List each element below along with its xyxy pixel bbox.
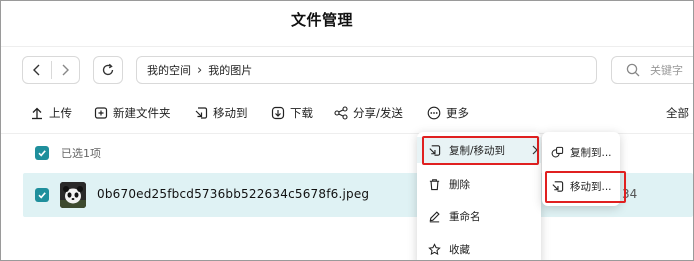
- new-folder-label: 新建文件夹: [113, 106, 171, 120]
- filter-all-label: 全部: [666, 106, 689, 120]
- breadcrumb-item-my-space[interactable]: 我的空间: [147, 62, 191, 78]
- share-label: 分享/发送: [353, 106, 403, 120]
- file-manager-window: 文件管理 我的空间 › 我的图片 关键字 上传 新建文件夹 移动到 下载 分享/…: [0, 0, 694, 261]
- filter-all-button[interactable]: 全部: [666, 104, 689, 122]
- star-icon: [428, 242, 441, 255]
- download-label: 下载: [290, 106, 313, 120]
- refresh-button[interactable]: [93, 56, 123, 84]
- move-icon: [195, 107, 208, 119]
- more-label: 更多: [446, 106, 469, 120]
- more-icon: [427, 106, 441, 120]
- chevron-left-icon: [32, 64, 40, 76]
- check-icon: [38, 192, 46, 199]
- chevron-right-icon: [62, 64, 70, 76]
- highlight-box-copy-move: [422, 136, 539, 165]
- file-name: 0b670ed25fbcd5736bb522634c5678f6.jpeg: [97, 187, 370, 201]
- share-icon: [334, 106, 348, 120]
- header-divider: [1, 46, 693, 47]
- back-button[interactable]: [23, 57, 51, 83]
- more-button[interactable]: 更多: [427, 104, 469, 122]
- menu-item-favorite[interactable]: 收藏: [417, 236, 541, 260]
- add-folder-icon: [94, 107, 108, 119]
- submenu-item-copy-to[interactable]: 复制到...: [542, 139, 620, 165]
- menu-item-label: 收藏: [449, 243, 470, 256]
- new-folder-button[interactable]: 新建文件夹: [94, 104, 171, 122]
- download-button[interactable]: 下载: [271, 104, 313, 122]
- file-thumbnail-panda: [60, 182, 86, 208]
- check-icon: [38, 150, 46, 157]
- breadcrumb: 我的空间 › 我的图片: [136, 56, 597, 84]
- refresh-icon: [102, 63, 114, 76]
- submenu-item-label: 复制到...: [570, 146, 612, 159]
- search-placeholder: 关键字: [650, 64, 683, 77]
- select-all-checkbox[interactable]: [35, 146, 49, 160]
- highlight-box-move-to: [545, 171, 626, 203]
- upload-button[interactable]: 上传: [30, 104, 72, 122]
- selection-header: 已选1项: [35, 145, 101, 161]
- move-to-label: 移动到: [213, 106, 248, 120]
- search-icon: [626, 63, 640, 77]
- menu-item-label: 删除: [449, 178, 470, 191]
- trash-icon: [429, 178, 440, 190]
- menu-item-rename[interactable]: 重命名: [417, 203, 541, 229]
- forward-button[interactable]: [52, 57, 80, 83]
- breadcrumb-item-my-pictures[interactable]: 我的图片: [208, 62, 252, 78]
- breadcrumb-separator: ›: [197, 62, 203, 78]
- nav-back-forward-group: [22, 56, 80, 84]
- menu-item-delete[interactable]: 删除: [417, 171, 541, 197]
- share-button[interactable]: 分享/发送: [334, 104, 403, 122]
- upload-icon: [32, 107, 42, 120]
- download-icon: [271, 106, 285, 120]
- selection-count: 已选1项: [61, 147, 101, 160]
- move-to-button[interactable]: 移动到: [194, 104, 248, 122]
- menu-item-label: 重命名: [449, 210, 481, 223]
- copy-icon: [551, 146, 564, 157]
- row-checkbox[interactable]: [35, 188, 49, 202]
- pen-icon: [429, 210, 440, 222]
- search-input[interactable]: 关键字: [611, 56, 693, 84]
- page-title: 文件管理: [291, 11, 354, 29]
- upload-label: 上传: [49, 106, 72, 120]
